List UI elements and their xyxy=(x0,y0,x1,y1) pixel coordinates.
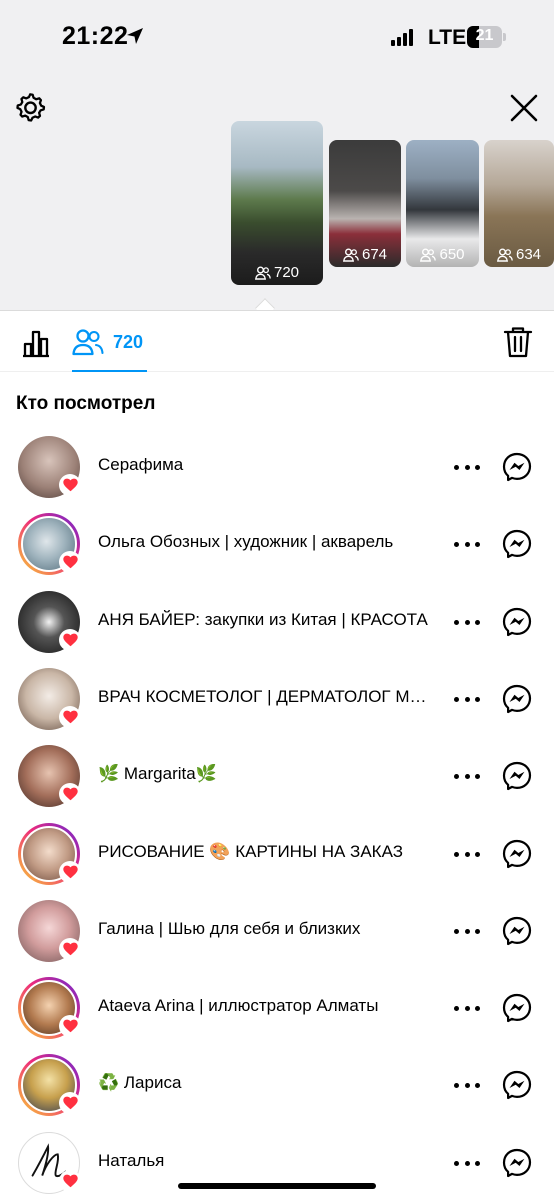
more-horizontal-icon[interactable] xyxy=(454,542,480,548)
viewer-row[interactable]: АНЯ БАЙЕР: закупки из Китая | КРАСОТА xyxy=(0,591,554,663)
heart-icon xyxy=(59,1170,81,1192)
heart-icon xyxy=(59,783,81,805)
signal-icon xyxy=(391,29,413,46)
viewer-name[interactable]: ♻️ Лариса xyxy=(98,1073,438,1093)
bar-chart-icon[interactable] xyxy=(20,327,52,359)
people-icon xyxy=(72,329,104,356)
story-thumbnail[interactable]: 634 xyxy=(484,140,554,267)
story-header-area: 21:22 LTE 21 720 674 650 634 xyxy=(0,0,554,310)
viewer-name[interactable]: Галина | Шью для себя и близких xyxy=(98,919,438,939)
viewer-name[interactable]: Ataeva Arina | иллюстратор Алматы xyxy=(98,996,438,1016)
heart-icon xyxy=(59,861,81,883)
people-icon xyxy=(496,248,513,262)
status-bar: 21:22 LTE 21 xyxy=(0,0,554,76)
viewer-name[interactable]: Ольга Обозных | художник | акварель xyxy=(98,532,438,552)
battery-icon: 21 xyxy=(467,26,506,48)
section-title: Кто посмотрел xyxy=(16,393,156,414)
viewer-name[interactable]: Наталья xyxy=(98,1151,438,1171)
messenger-icon[interactable] xyxy=(502,529,532,559)
viewer-row[interactable]: РИСОВАНИЕ 🎨 КАРТИНЫ НА ЗАКАЗ xyxy=(0,823,554,895)
more-horizontal-icon[interactable] xyxy=(454,465,480,471)
viewer-tabs: 720 xyxy=(0,310,554,372)
heart-icon xyxy=(59,474,81,496)
story-views: 674 xyxy=(329,246,401,263)
heart-icon xyxy=(59,938,81,960)
messenger-icon[interactable] xyxy=(502,839,532,869)
more-horizontal-icon[interactable] xyxy=(454,1161,480,1167)
messenger-icon[interactable] xyxy=(502,1148,532,1178)
viewer-row[interactable]: 🌿 Margarita🌿 xyxy=(0,745,554,817)
viewer-row[interactable]: Наталья xyxy=(0,1132,554,1200)
story-thumbnail[interactable]: 650 xyxy=(406,140,479,267)
messenger-icon[interactable] xyxy=(502,607,532,637)
messenger-icon[interactable] xyxy=(502,1070,532,1100)
viewer-name[interactable]: Серафима xyxy=(98,455,438,475)
viewer-name[interactable]: ВРАЧ КОСМЕТОЛОГ | ДЕРМАТОЛОГ МОСКВА xyxy=(98,687,438,707)
active-tab-indicator xyxy=(72,370,147,372)
viewer-row[interactable]: Серафима xyxy=(0,436,554,508)
people-icon xyxy=(420,248,437,262)
story-thumbnail[interactable]: 720 xyxy=(231,121,323,285)
location-arrow-icon xyxy=(127,28,143,44)
messenger-icon[interactable] xyxy=(502,993,532,1023)
story-views-count: 650 xyxy=(439,246,465,263)
more-horizontal-icon[interactable] xyxy=(454,852,480,858)
viewer-name[interactable]: РИСОВАНИЕ 🎨 КАРТИНЫ НА ЗАКАЗ xyxy=(98,842,438,862)
story-views-count: 634 xyxy=(515,246,542,263)
more-horizontal-icon[interactable] xyxy=(454,620,480,626)
battery-level: 21 xyxy=(475,27,494,44)
viewer-name[interactable]: 🌿 Margarita🌿 xyxy=(98,764,438,784)
story-thumbnail[interactable]: 674 xyxy=(329,140,401,267)
people-icon xyxy=(254,266,271,280)
story-views-count: 674 xyxy=(361,246,388,263)
messenger-icon[interactable] xyxy=(502,684,532,714)
people-icon xyxy=(342,248,359,262)
close-icon[interactable] xyxy=(508,92,540,124)
viewer-row[interactable]: ВРАЧ КОСМЕТОЛОГ | ДЕРМАТОЛОГ МОСКВА xyxy=(0,668,554,740)
more-horizontal-icon[interactable] xyxy=(454,929,480,935)
story-views: 720 xyxy=(231,264,323,281)
more-horizontal-icon[interactable] xyxy=(454,697,480,703)
messenger-icon[interactable] xyxy=(502,916,532,946)
trash-icon[interactable] xyxy=(503,326,533,358)
heart-icon xyxy=(59,629,81,651)
messenger-icon[interactable] xyxy=(502,452,532,482)
story-views-count: 720 xyxy=(273,264,300,281)
tab-viewers[interactable]: 720 xyxy=(72,311,147,373)
heart-icon xyxy=(59,1092,81,1114)
messenger-icon[interactable] xyxy=(502,761,532,791)
viewer-row[interactable]: ♻️ Лариса xyxy=(0,1054,554,1126)
home-indicator xyxy=(178,1183,376,1189)
story-views: 634 xyxy=(484,246,554,263)
viewer-row[interactable]: Галина | Шью для себя и близких xyxy=(0,900,554,972)
story-views: 650 xyxy=(406,246,479,263)
network-type: LTE xyxy=(428,26,467,49)
heart-icon xyxy=(59,706,81,728)
status-time: 21:22 xyxy=(62,22,129,50)
viewer-name[interactable]: АНЯ БАЙЕР: закупки из Китая | КРАСОТА xyxy=(98,610,438,630)
heart-icon xyxy=(59,551,81,573)
viewers-count: 720 xyxy=(113,332,144,352)
heart-icon xyxy=(59,1015,81,1037)
viewer-row[interactable]: Ольга Обозных | художник | акварель xyxy=(0,513,554,585)
more-horizontal-icon[interactable] xyxy=(454,774,480,780)
more-horizontal-icon[interactable] xyxy=(454,1006,480,1012)
more-horizontal-icon[interactable] xyxy=(454,1083,480,1089)
gear-icon[interactable] xyxy=(15,92,47,124)
viewer-row[interactable]: Ataeva Arina | иллюстратор Алматы xyxy=(0,977,554,1049)
